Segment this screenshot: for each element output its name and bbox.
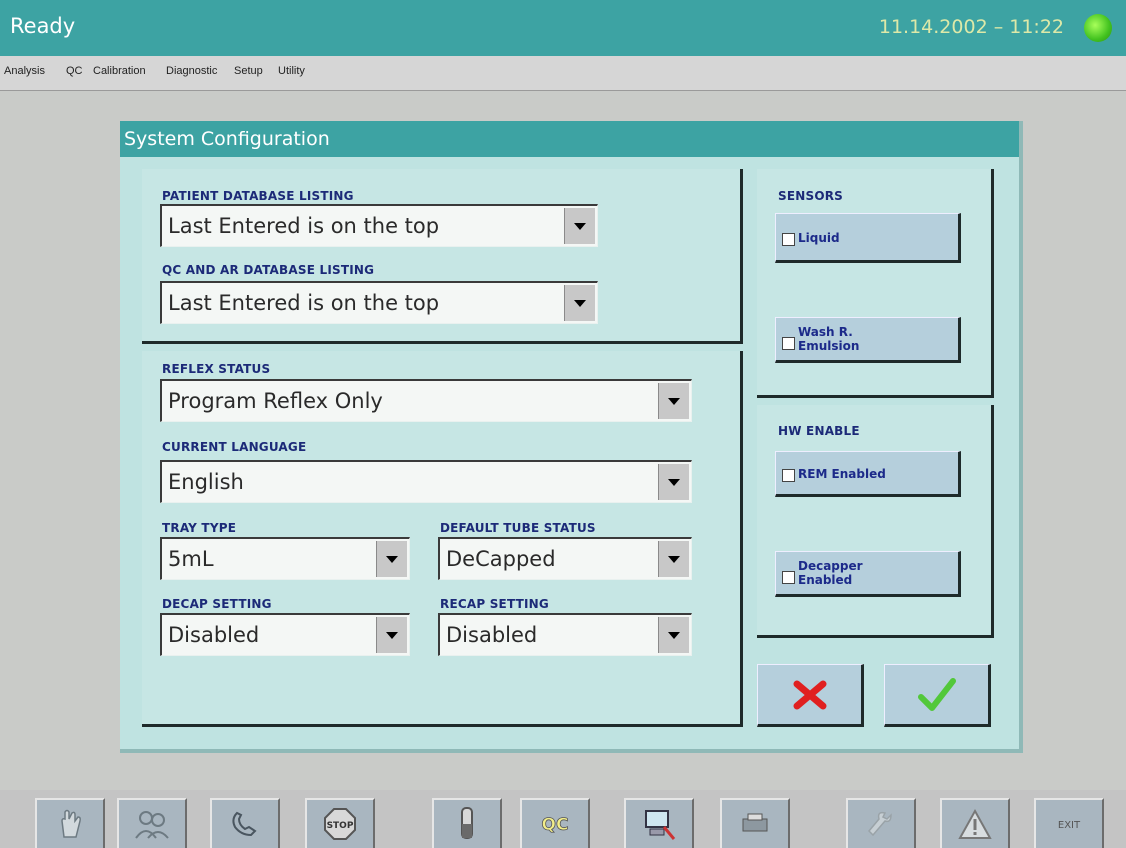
- qc-db-value: Last Entered is on the top: [168, 291, 440, 315]
- bottom-toolbar: STOP QC EXIT: [0, 790, 1126, 848]
- phone-icon: [232, 811, 257, 837]
- tube-status-value: DeCapped: [446, 547, 556, 571]
- patient-db-value: Last Entered is on the top: [168, 214, 440, 238]
- reflex-value: Program Reflex Only: [168, 389, 383, 413]
- recap-label: RECAP SETTING: [440, 597, 549, 611]
- computer-icon: [645, 810, 676, 840]
- chevron-down-icon[interactable]: [564, 285, 595, 321]
- reflex-select[interactable]: Program Reflex Only: [160, 379, 692, 422]
- decapper-enabled-checkbox[interactable]: Decapper Enabled: [775, 551, 961, 597]
- decap-value: Disabled: [168, 623, 260, 647]
- dialog-title: System Configuration: [120, 121, 1019, 157]
- decap-select[interactable]: Disabled: [160, 613, 410, 656]
- computer-toolbar-button[interactable]: [624, 798, 694, 848]
- status-led-icon: [1084, 14, 1112, 42]
- qc-db-select[interactable]: Last Entered is on the top: [160, 281, 598, 324]
- menu-calibration[interactable]: Calibration: [93, 65, 146, 77]
- ok-button[interactable]: [884, 664, 991, 727]
- liquid-label: Liquid: [798, 231, 840, 245]
- tube-toolbar-button[interactable]: [432, 798, 502, 848]
- wash-label-line1: Wash R.: [798, 325, 853, 339]
- menu-diagnostic[interactable]: Diagnostic: [166, 65, 217, 77]
- sensors-panel: SENSORS Liquid Wash R. Emulsion: [757, 169, 994, 398]
- checkbox-icon[interactable]: [782, 571, 795, 584]
- chevron-down-icon[interactable]: [376, 541, 407, 577]
- people-toolbar-button[interactable]: [117, 798, 187, 848]
- hw-enable-label: HW ENABLE: [778, 424, 860, 438]
- patient-db-select[interactable]: Last Entered is on the top: [160, 204, 598, 247]
- printer-toolbar-button[interactable]: [720, 798, 790, 848]
- stop-icon-text: STOP: [327, 821, 354, 831]
- language-label: CURRENT LANGUAGE: [162, 440, 307, 454]
- wash-label-line2: Emulsion: [798, 339, 860, 353]
- database-panel: PATIENT DATABASE LISTING Last Entered is…: [142, 169, 743, 344]
- patient-db-label: PATIENT DATABASE LISTING: [162, 189, 354, 203]
- analysis-toolbar-button[interactable]: [35, 798, 105, 848]
- qc-icon-text: QC: [542, 815, 569, 835]
- printer-icon: [742, 813, 768, 832]
- menu-analysis[interactable]: Analysis: [4, 65, 45, 77]
- qc-toolbar-button[interactable]: QC: [520, 798, 590, 848]
- hw-enable-panel: HW ENABLE REM Enabled Decapper Enabled: [757, 405, 994, 638]
- tray-type-select[interactable]: 5mL: [160, 537, 410, 580]
- checkbox-icon[interactable]: [782, 469, 795, 482]
- tube-status-select[interactable]: DeCapped: [438, 537, 692, 580]
- cancel-button[interactable]: [757, 664, 864, 727]
- warning-icon: [958, 808, 992, 839]
- phone-toolbar-button[interactable]: [210, 798, 280, 848]
- green-check-icon: [917, 677, 956, 711]
- chevron-down-icon[interactable]: [658, 541, 689, 577]
- chevron-down-icon[interactable]: [376, 617, 407, 653]
- stop-toolbar-button[interactable]: STOP: [305, 798, 375, 848]
- menu-setup[interactable]: Setup: [234, 65, 263, 77]
- reflex-label: REFLEX STATUS: [162, 362, 271, 376]
- liquid-sensor-checkbox[interactable]: Liquid: [775, 213, 961, 263]
- tube-icon: [461, 807, 473, 839]
- stop-icon: STOP: [324, 808, 356, 840]
- title-bar: Ready 11.14.2002 – 11:22: [0, 0, 1126, 56]
- checkbox-icon[interactable]: [782, 337, 795, 350]
- hand-icon: [61, 809, 81, 838]
- settings-panel: REFLEX STATUS Program Reflex Only CURREN…: [142, 351, 743, 727]
- recap-value: Disabled: [446, 623, 538, 647]
- wash-emulsion-checkbox[interactable]: Wash R. Emulsion: [775, 317, 961, 363]
- sensors-label: SENSORS: [778, 189, 844, 203]
- decapper-label-line1: Decapper: [798, 559, 863, 573]
- chevron-down-icon[interactable]: [658, 383, 689, 419]
- tray-type-value: 5mL: [168, 547, 214, 571]
- date-time: 11.14.2002 – 11:22: [878, 16, 1064, 38]
- rem-label: REM Enabled: [798, 467, 886, 481]
- menu-qc[interactable]: QC: [66, 65, 83, 77]
- tray-type-label: TRAY TYPE: [162, 521, 237, 535]
- qc-icon: QC: [541, 815, 569, 836]
- wrench-toolbar-button[interactable]: [846, 798, 916, 848]
- red-x-icon: [793, 680, 826, 709]
- warning-toolbar-button[interactable]: [940, 798, 1010, 848]
- language-select[interactable]: English: [160, 460, 692, 503]
- qc-db-label: QC AND AR DATABASE LISTING: [162, 263, 375, 277]
- menu-bar: Analysis QC Calibration Diagnostic Setup…: [0, 56, 1126, 91]
- checkbox-icon[interactable]: [782, 233, 795, 246]
- exit-icon: EXIT: [1058, 820, 1081, 831]
- wrench-icon: [867, 811, 892, 837]
- chevron-down-icon[interactable]: [658, 464, 689, 500]
- decap-label: DECAP SETTING: [162, 597, 272, 611]
- exit-icon-text: EXIT: [1058, 820, 1081, 831]
- exit-toolbar-button[interactable]: EXIT: [1034, 798, 1104, 848]
- decapper-label-line2: Enabled: [798, 573, 853, 587]
- chevron-down-icon[interactable]: [564, 208, 595, 244]
- status-text: Ready: [10, 14, 76, 38]
- chevron-down-icon[interactable]: [658, 617, 689, 653]
- recap-select[interactable]: Disabled: [438, 613, 692, 656]
- language-value: English: [168, 470, 244, 494]
- system-configuration-dialog: System Configuration PATIENT DATABASE LI…: [120, 121, 1023, 753]
- tube-status-label: DEFAULT TUBE STATUS: [440, 521, 596, 535]
- people-icon: [135, 811, 169, 839]
- menu-utility[interactable]: Utility: [278, 65, 305, 77]
- rem-enabled-checkbox[interactable]: REM Enabled: [775, 451, 961, 497]
